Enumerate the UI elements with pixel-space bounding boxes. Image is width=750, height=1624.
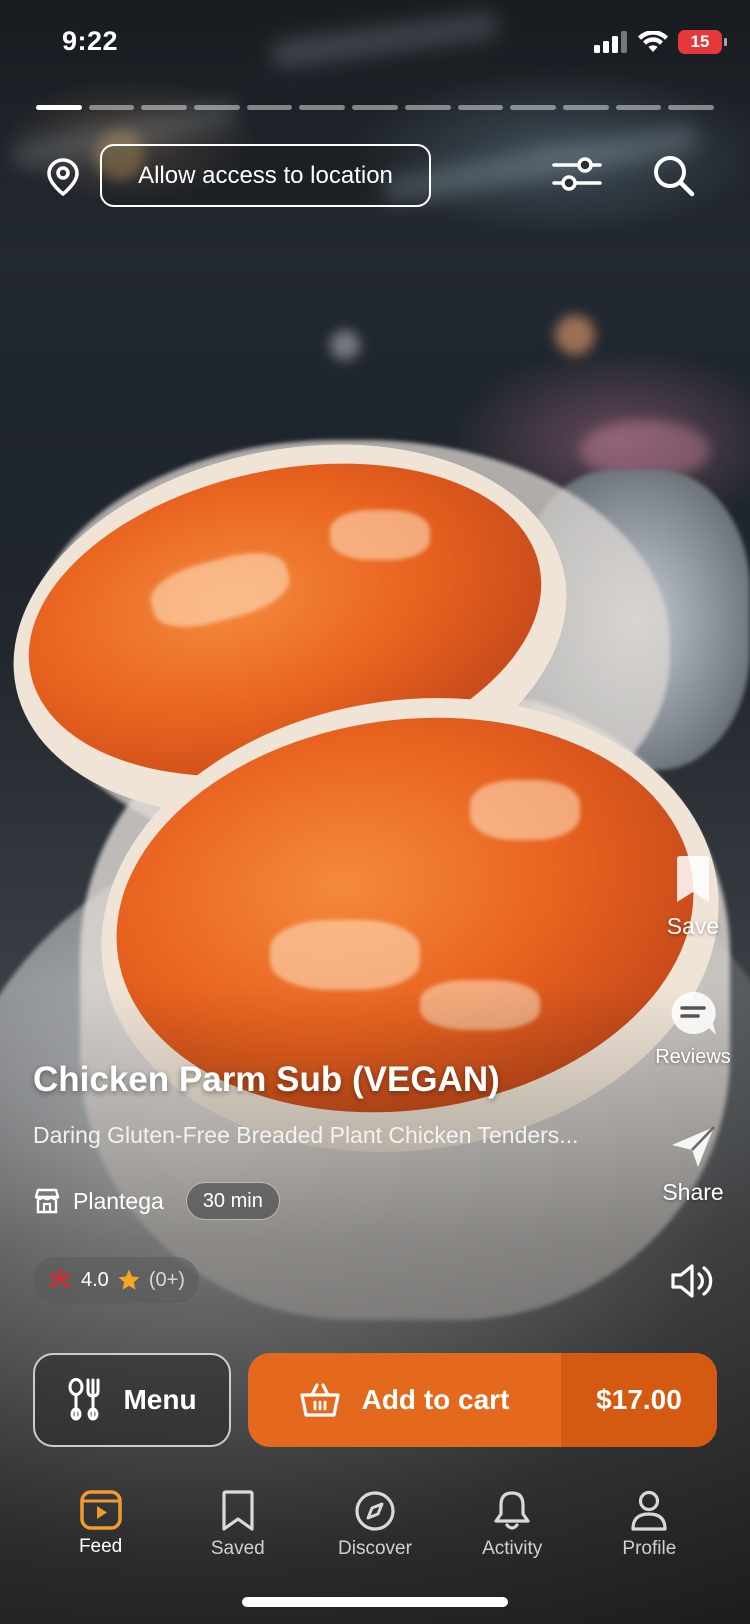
add-to-cart-label: Add to cart — [361, 1384, 510, 1415]
bookmark-outline-icon — [222, 1490, 254, 1531]
share-label: Share — [662, 1179, 724, 1205]
progress-segment — [299, 105, 346, 110]
tab-feed[interactable]: Feed — [46, 1490, 156, 1560]
wifi-icon — [638, 31, 668, 52]
progress-segment — [88, 105, 135, 110]
tab-profile-label: Profile — [622, 1538, 677, 1559]
home-indicator — [242, 1597, 508, 1607]
progress-segment — [404, 105, 451, 110]
save-label: Save — [666, 913, 720, 939]
menu-label: Menu — [123, 1384, 197, 1415]
feed-icon — [79, 1490, 122, 1530]
add-to-cart-main[interactable]: Add to cart — [248, 1353, 561, 1447]
progress-segment — [141, 105, 188, 110]
tab-saved-label: Saved — [210, 1538, 265, 1559]
progress-segment — [668, 105, 714, 110]
bottom-tab-bar: Feed Saved Discover Activity Profile — [0, 1490, 750, 1560]
item-title[interactable]: Chicken Parm Sub (VEGAN) — [33, 1060, 500, 1100]
rating-value: 4.0 — [81, 1268, 109, 1291]
store-icon — [34, 1188, 60, 1214]
utensils-icon — [68, 1378, 100, 1421]
tab-saved[interactable]: Saved — [183, 1490, 293, 1560]
tab-activity-label: Activity — [482, 1538, 543, 1559]
progress-segment — [352, 105, 398, 110]
battery-level: 15 — [690, 32, 710, 51]
filter-icon[interactable] — [552, 154, 602, 199]
reviews-icon — [671, 991, 716, 1035]
save-button[interactable]: Save — [638, 855, 748, 940]
bookmark-icon — [677, 856, 709, 902]
tab-feed-label: Feed — [78, 1536, 123, 1557]
signal-icon — [594, 31, 627, 53]
rating-count: (0+) — [148, 1268, 185, 1291]
progress-segment — [457, 105, 504, 110]
reviews-button[interactable]: Reviews — [638, 990, 748, 1069]
bell-icon — [494, 1491, 530, 1530]
tab-discover[interactable]: Discover — [320, 1490, 430, 1560]
star-icon — [118, 1269, 140, 1290]
tab-discover-label: Discover — [338, 1538, 412, 1559]
status-icons: 15 — [594, 30, 727, 54]
add-to-cart-button[interactable]: Add to cart $17.00 — [248, 1353, 717, 1447]
compass-icon — [355, 1491, 395, 1531]
progress-segment — [510, 105, 556, 110]
progress-segment — [562, 105, 609, 110]
search-icon[interactable] — [652, 154, 696, 203]
progress-segment — [246, 105, 293, 110]
person-icon — [631, 1490, 667, 1531]
store-name[interactable]: Plantega — [73, 1188, 164, 1215]
progress-segment — [194, 105, 240, 110]
tab-profile[interactable]: Profile — [594, 1490, 704, 1560]
item-description[interactable]: Daring Gluten-Free Breaded Plant Chicken… — [33, 1122, 645, 1149]
progress-segment — [615, 105, 662, 110]
battery-indicator: 15 — [678, 30, 727, 54]
location-pin-icon[interactable] — [46, 158, 80, 201]
delivery-time-badge: 30 min — [185, 1182, 280, 1220]
reviews-label: Reviews — [655, 1046, 731, 1068]
share-button[interactable]: Share — [638, 1125, 748, 1206]
store-row: Plantega 30 min — [33, 1182, 280, 1220]
allow-location-button[interactable]: Allow access to location — [100, 144, 431, 207]
rating-badge[interactable]: 4.0 (0+) — [33, 1257, 199, 1303]
progress-segment — [36, 105, 82, 110]
yelp-icon — [50, 1269, 70, 1288]
story-progress — [36, 105, 714, 110]
share-icon — [672, 1126, 715, 1167]
menu-button[interactable]: Menu — [33, 1353, 231, 1447]
basket-icon — [300, 1383, 340, 1417]
status-time: 9:22 — [62, 26, 119, 56]
tab-activity[interactable]: Activity — [457, 1490, 567, 1560]
sound-toggle-icon[interactable] — [670, 1262, 718, 1305]
price-label: $17.00 — [561, 1353, 717, 1447]
